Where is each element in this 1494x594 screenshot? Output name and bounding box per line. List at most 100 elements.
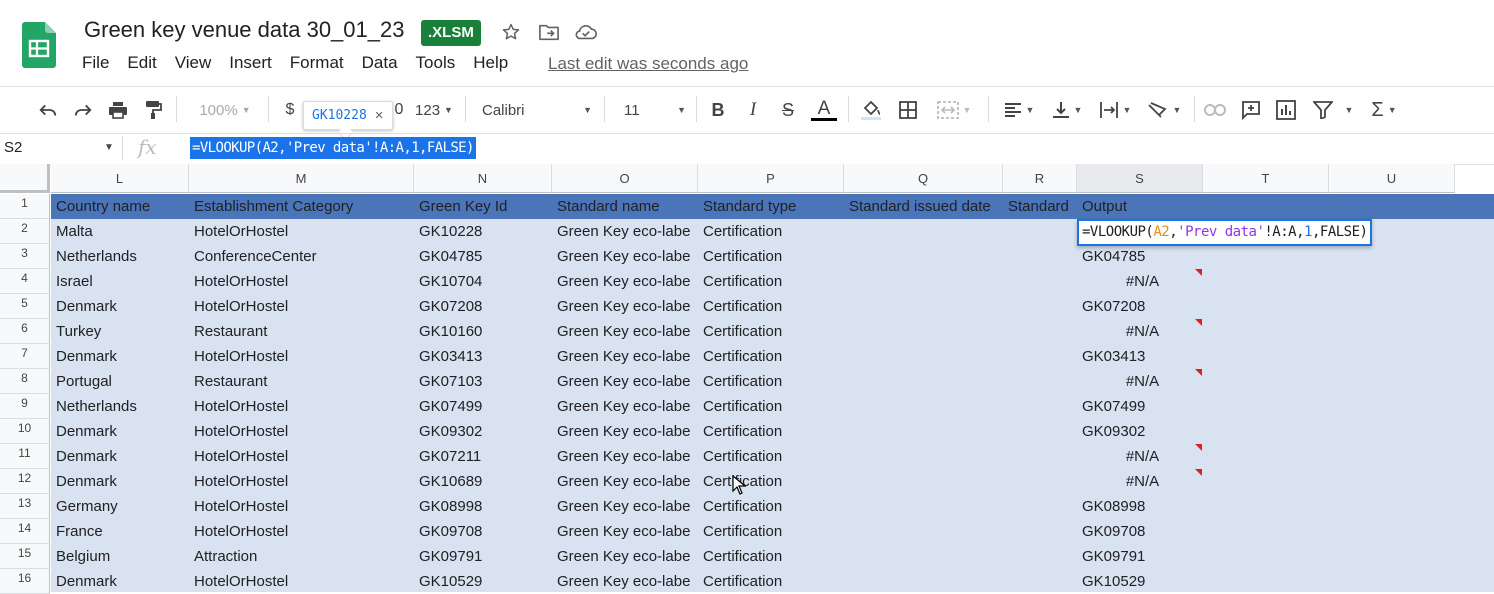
cell-type[interactable]: Certification (698, 419, 844, 444)
column-header-o[interactable]: O (552, 164, 698, 193)
strikethrough-button[interactable]: S (776, 98, 800, 122)
error-indicator-icon[interactable] (1195, 469, 1202, 476)
cell-country[interactable]: Belgium (51, 544, 189, 569)
error-cell[interactable]: #N/A (1077, 369, 1203, 394)
row-header-2[interactable]: 2 (0, 219, 50, 244)
move-folder-icon[interactable] (536, 19, 562, 45)
cell-id[interactable]: GK04785 (414, 244, 552, 269)
cell-id[interactable]: GK10689 (414, 469, 552, 494)
functions-icon[interactable]: Σ ▼ (1364, 98, 1404, 122)
document-title[interactable]: Green key venue data 30_01_23 (84, 17, 404, 43)
column-header-r[interactable]: R (1003, 164, 1077, 193)
error-cell[interactable]: #N/A (1077, 319, 1203, 344)
cell-type[interactable]: Certification (698, 319, 844, 344)
close-icon[interactable]: × (375, 107, 384, 124)
insert-chart-icon[interactable] (1273, 98, 1299, 122)
cell-type[interactable]: Certification (698, 219, 844, 244)
sheets-logo-icon[interactable] (22, 22, 56, 68)
column-header-s[interactable]: S (1077, 164, 1203, 193)
italic-button[interactable]: I (741, 98, 765, 122)
cell-std[interactable]: Green Key eco-labe (552, 369, 698, 394)
cell-category[interactable]: HotelOrHostel (189, 569, 414, 594)
cell-std[interactable]: Green Key eco-labe (552, 444, 698, 469)
cell-country[interactable]: Malta (51, 219, 189, 244)
output-cell[interactable]: GK09708 (1077, 519, 1203, 544)
cell-country[interactable]: France (51, 519, 189, 544)
error-cell[interactable]: #N/A (1077, 444, 1203, 469)
cell-category[interactable]: Restaurant (189, 319, 414, 344)
menu-insert[interactable]: Insert (229, 53, 279, 73)
row-header-6[interactable]: 6 (0, 319, 50, 344)
cell-id[interactable]: GK08998 (414, 494, 552, 519)
error-indicator-icon[interactable] (1195, 369, 1202, 376)
last-edit-link[interactable]: Last edit was seconds ago (548, 54, 748, 74)
error-indicator-icon[interactable] (1195, 319, 1202, 326)
header-cell[interactable]: Standard (1003, 194, 1077, 219)
chevron-down-icon[interactable]: ▼ (104, 142, 114, 153)
column-header-p[interactable]: P (698, 164, 844, 193)
error-indicator-icon[interactable] (1195, 444, 1202, 451)
row-header-16[interactable]: 16 (0, 569, 50, 594)
output-cell[interactable]: GK07499 (1077, 394, 1203, 419)
cell-id[interactable]: GK07211 (414, 444, 552, 469)
column-header-l[interactable]: L (51, 164, 189, 193)
column-header-u[interactable]: U (1329, 164, 1455, 193)
output-cell[interactable]: GK07208 (1077, 294, 1203, 319)
cell-std[interactable]: Green Key eco-labe (552, 344, 698, 369)
font-family-select[interactable]: Calibri ▼ (476, 98, 596, 122)
cell-id[interactable]: GK07103 (414, 369, 552, 394)
cell-type[interactable]: Certification (698, 294, 844, 319)
cell-id[interactable]: GK09708 (414, 519, 552, 544)
cell-std[interactable]: Green Key eco-labe (552, 569, 698, 594)
undo-icon[interactable] (36, 98, 60, 122)
star-icon[interactable] (498, 19, 524, 45)
cell-editor[interactable]: =VLOOKUP(A2,'Prev data'!A:A,1,FALSE) (1077, 219, 1373, 246)
merge-cells-icon[interactable]: ▼ (932, 98, 976, 122)
output-cell[interactable]: GK04785 (1077, 244, 1203, 269)
cell-std[interactable]: Green Key eco-labe (552, 544, 698, 569)
cell-std[interactable]: Green Key eco-labe (552, 269, 698, 294)
cell-type[interactable]: Certification (698, 494, 844, 519)
cell-type[interactable]: Certification (698, 569, 844, 594)
zoom-select[interactable]: 100% ▼ (190, 98, 260, 122)
column-header-m[interactable]: M (189, 164, 414, 193)
insert-comment-icon[interactable] (1238, 98, 1264, 122)
fill-color-icon[interactable] (858, 98, 884, 122)
row-header-12[interactable]: 12 (0, 469, 50, 494)
text-color-button[interactable]: A (810, 98, 838, 122)
cell-std[interactable]: Green Key eco-labe (552, 519, 698, 544)
cell-type[interactable]: Certification (698, 369, 844, 394)
formula-input[interactable]: =VLOOKUP(A2,'Prev data'!A:A,1,FALSE) (190, 137, 476, 159)
cell-type[interactable]: Certification (698, 344, 844, 369)
row-header-9[interactable]: 9 (0, 394, 50, 419)
cell-country[interactable]: Portugal (51, 369, 189, 394)
cell-id[interactable]: GK10704 (414, 269, 552, 294)
vertical-align-icon[interactable]: ▼ (1046, 98, 1088, 122)
cell-std[interactable]: Green Key eco-labe (552, 419, 698, 444)
menu-view[interactable]: View (175, 53, 219, 73)
cell-country[interactable]: Denmark (51, 469, 189, 494)
number-format-select[interactable]: 123 ▼ (412, 98, 456, 122)
bold-button[interactable]: B (706, 98, 730, 122)
output-cell[interactable]: GK09791 (1077, 544, 1203, 569)
output-cell[interactable]: GK08998 (1077, 494, 1203, 519)
cell-id[interactable]: GK07208 (414, 294, 552, 319)
column-header-q[interactable]: Q (844, 164, 1003, 193)
cell-country[interactable]: Germany (51, 494, 189, 519)
cell-type[interactable]: Certification (698, 244, 844, 269)
row-header-5[interactable]: 5 (0, 294, 50, 319)
print-icon[interactable] (106, 98, 130, 122)
cell-country[interactable]: Denmark (51, 444, 189, 469)
cell-category[interactable]: HotelOrHostel (189, 219, 414, 244)
cell-std[interactable]: Green Key eco-labe (552, 294, 698, 319)
borders-icon[interactable] (896, 98, 920, 122)
font-size-select[interactable]: 11 ▼ (616, 98, 688, 122)
cell-category[interactable]: HotelOrHostel (189, 269, 414, 294)
cell-category[interactable]: HotelOrHostel (189, 494, 414, 519)
cell-category[interactable]: ConferenceCenter (189, 244, 414, 269)
cell-category[interactable]: HotelOrHostel (189, 394, 414, 419)
header-cell[interactable]: Country name (51, 194, 189, 219)
menu-tools[interactable]: Tools (416, 53, 463, 73)
cell-country[interactable]: Netherlands (51, 394, 189, 419)
cell-type[interactable]: Certification (698, 519, 844, 544)
